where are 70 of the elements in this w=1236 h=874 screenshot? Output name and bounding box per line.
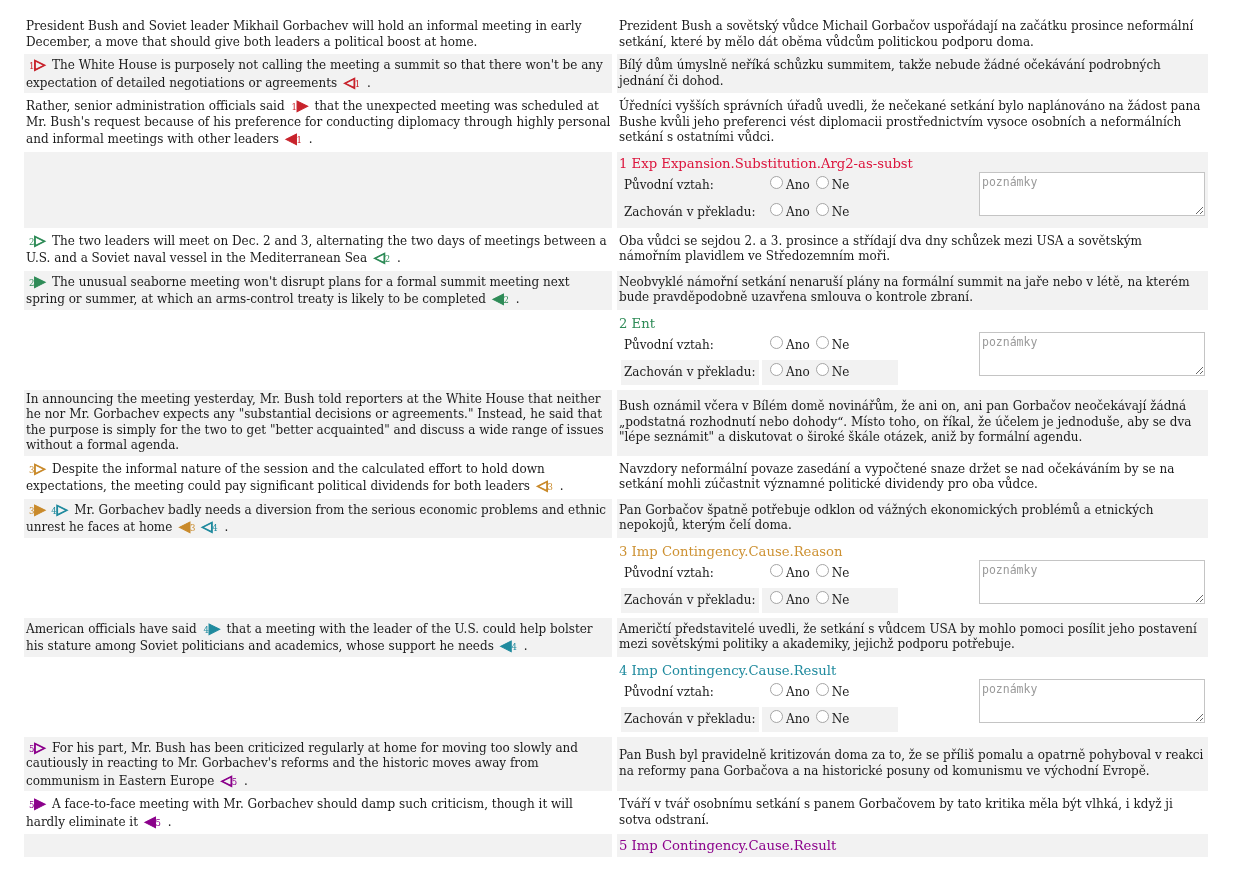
- source-sentence: In announcing the meeting yesterday, Mr. Bush told reporters at the White House that neither he nor Mr. Gorbachev expects any "substantial decisions or agreements." Instead, he said that the purpose is simply for the two to get "better acquainted" and discuss a wide range of issues without a formal agenda.: [25, 390, 605, 454]
- radio-label: Ne: [831, 566, 850, 580]
- source-sentence: 5▷ For his part, Mr. Bush has been criticized regularly at home for moving too slowly and cautiously in reacting to Mr. Gorbachev's reforms and the historic moves away from communism in Eastern Europe ◁5 .: [25, 737, 579, 790]
- radio-label: Ano: [786, 365, 810, 379]
- radio-label: Ne: [831, 593, 850, 607]
- radio-label: Ano: [786, 593, 810, 607]
- radio-button[interactable]: [770, 683, 783, 696]
- question-label: Původní vztah:: [623, 176, 715, 194]
- radio-label: Ne: [831, 685, 850, 699]
- question-label: Původní vztah:: [623, 336, 715, 354]
- translation-sentence: Oba vůdci se sejdou 2. a 3. prosince a střídají dva dny schůzek mezi USA a sovětským námořním plavidlem ve Středozemním moři.: [618, 232, 1143, 265]
- translation-sentence: Pan Gorbačov špatně potřebuje odklon od vážných ekonomických problémů a etnických nepokojů, kterým čelí doma.: [618, 501, 1155, 534]
- relation-title: 1 Exp Expansion.Substitution.Arg2-as-subst: [619, 154, 913, 172]
- question-label: Původní vztah:: [623, 564, 715, 582]
- translation-sentence: Pan Bush byl pravidelně kritizován doma za to, že se příliš pomalu a opatrně pohyboval v reakci na reformy pana Gorbačova a na historické posuny od komunismu ve východní Evropě.: [618, 747, 1205, 780]
- radio-button[interactable]: [815, 363, 829, 376]
- translation-sentence: Neobvyklé námořní setkání nenaruší plány na formální summit na jaře nebo v létě, na kterém bude pravděpodobně uzavřena smlouva o kontrole zbraní.: [618, 273, 1191, 306]
- radio-button[interactable]: [770, 591, 783, 604]
- translation-sentence: Bush oznámil včera v Bílém domě novinářům, že ani on, ani pan Gorbačov neočekávají žádná „podstatná rozhodnutí nebo dohody“. Místo toho, on říkal, že účelem je jednoduše, aby se dva "lépe seznámit" a diskutovat o široké škále otázek, aniž by formální agendu.: [618, 397, 1193, 447]
- source-sentence: American officials have said 4▶ that a meeting with the leader of the U.S. could help bolster his stature among Soviet politicians and academics, whose support he needs ◀4 .: [25, 618, 594, 655]
- radio-label: Ano: [786, 566, 810, 580]
- relation-title: 4 Imp Contingency.Cause.Result: [619, 661, 837, 679]
- radio-label: Ne: [831, 338, 850, 352]
- radio-label: Ano: [786, 712, 810, 726]
- radio-button[interactable]: [770, 564, 783, 577]
- source-sentence: Rather, senior administration officials said 1▶ that the unexpected meeting was scheduled at Mr. Bush's request because of his preference for conducting diplomacy through highly personal and informal meetings with other leaders ◀1 .: [25, 96, 612, 148]
- question-label: Zachován v překladu:: [621, 587, 759, 613]
- translation-sentence: Tváří v tvář osobnímu setkání s panem Gorbačovem by tato kritika měla být vlhká, i když ji sotva odstraní.: [618, 796, 1174, 829]
- radio-label: Ne: [831, 365, 850, 379]
- radio-button[interactable]: [770, 176, 783, 189]
- question-label: Zachován v překladu:: [621, 359, 759, 385]
- source-sentence: President Bush and Soviet leader Mikhail Gorbachev will hold an informal meeting in early December, a move that should give both leaders a political boost at home.: [25, 18, 583, 51]
- radio-button[interactable]: [815, 203, 829, 216]
- radio-label: Ne: [831, 178, 850, 192]
- source-sentence: 3▷ Despite the informal nature of the session and the calculated effort to hold down expectations, the meeting could pay significant political dividends for both leaders ◁3 .: [25, 458, 565, 495]
- radio-button[interactable]: [815, 591, 829, 604]
- question-label: Zachován v překladu:: [621, 706, 759, 732]
- radio-label: Ano: [786, 178, 810, 192]
- radio-button[interactable]: [815, 336, 829, 349]
- translation-sentence: Prezident Bush a sovětský vůdce Michail Gorbačov uspořádají na začátku prosince neformální setkání, které by mělo dát oběma vůdcům politickou podporu doma.: [618, 17, 1195, 51]
- source-sentence: 2▶ The unusual seaborne meeting won't disrupt plans for a formal summit meeting next spring or summer, at which an arms-control treaty is likely to be completed ◀2 .: [25, 271, 571, 308]
- radio-button[interactable]: [815, 683, 829, 696]
- notes-field[interactable]: poznámky: [979, 171, 1205, 216]
- radio-button[interactable]: [815, 564, 829, 577]
- source-sentence: 1▷ The White House is purposely not calling the meeting a summit so that there won't be any expectation of detailed negotiations or agreements ◁1 .: [25, 55, 604, 92]
- radio-button[interactable]: [815, 176, 829, 189]
- radio-button[interactable]: [770, 336, 783, 349]
- notes-field[interactable]: poznámky: [979, 559, 1205, 604]
- radio-button[interactable]: [770, 710, 783, 723]
- notes-field[interactable]: poznámky: [979, 678, 1205, 723]
- relation-title: 3 Imp Contingency.Cause.Reason: [619, 542, 843, 560]
- radio-label: Ano: [786, 338, 810, 352]
- radio-button[interactable]: [770, 363, 783, 376]
- source-sentence: 3▶ 4▷ Mr. Gorbachev badly needs a diversion from the serious economic problems and ethnic unrest he faces at home ◀3 ◁4 .: [25, 499, 607, 536]
- source-sentence: 5▶ A face-to-face meeting with Mr. Gorbachev should damp such criticism, though it will hardly eliminate it ◀5 .: [25, 794, 574, 831]
- radio-label: Ano: [786, 205, 810, 219]
- relation-title: 5 Imp Contingency.Cause.Result: [619, 837, 837, 854]
- translation-sentence: Bílý dům úmyslně neříká schůzku summitem, takže nebude žádné očekávání podrobných jednání či dohod.: [617, 56, 1162, 90]
- translation-sentence: Úředníci vyšších správních úřadů uvedli, že nečekané setkání bylo naplánováno na žádost pana Bushe kvůli jeho preferenci vést diplomacii prostřednictvím vysoce osobních a neformálních setkání s ostatními vůdci.: [618, 97, 1202, 146]
- radio-label: Ano: [786, 685, 810, 699]
- radio-label: Ne: [831, 712, 850, 726]
- relation-title: 2 Ent: [619, 314, 655, 332]
- translation-sentence: Navzdory neformální povaze zasedání a vypočtené snaze držet se nad očekáváním by se na setkání mohli zúčastnit významné politické dividendy pro oba vůdce.: [618, 460, 1176, 493]
- translation-sentence: Američtí představitelé uvedli, že setkání s vůdcem USA by mohlo pomoci posílit jeho postavení mezi sovětskými politiky a akademiky, jejichž podporu potřebuje.: [618, 620, 1198, 653]
- source-sentence: 2▷ The two leaders will meet on Dec. 2 and 3, alternating the two days of meetings between a U.S. and a Soviet naval vessel in the Mediterranean Sea ◁2 .: [25, 230, 608, 267]
- radio-label: Ne: [831, 205, 850, 219]
- question-label: Původní vztah:: [623, 683, 715, 701]
- notes-field[interactable]: poznámky: [979, 331, 1205, 376]
- radio-button[interactable]: [815, 710, 829, 723]
- radio-button[interactable]: [770, 203, 783, 216]
